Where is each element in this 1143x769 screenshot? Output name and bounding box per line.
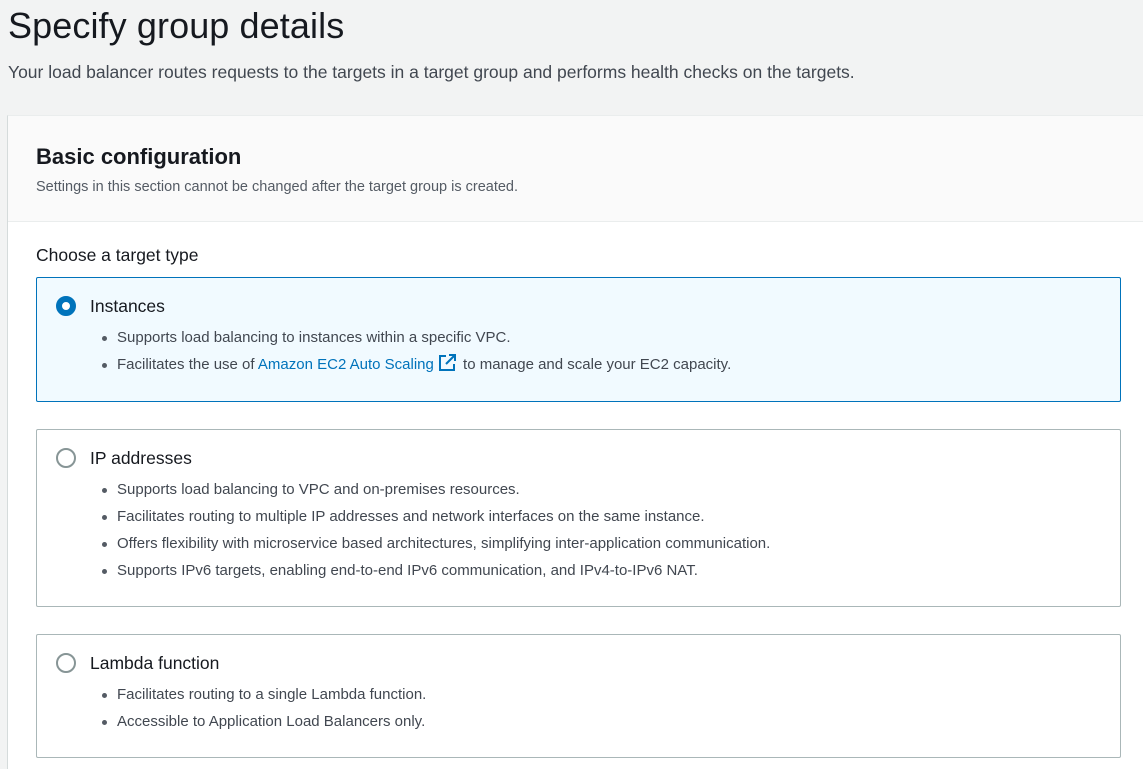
basic-configuration-container: Basic configuration Settings in this sec…	[7, 115, 1143, 769]
list-item: Facilitates routing to a single Lambda f…	[99, 681, 426, 708]
target-type-tile-lambda-function[interactable]: Lambda function Facilitates routing to a…	[36, 634, 1121, 758]
tile-header: Lambda function	[56, 651, 219, 675]
list-item: Supports IPv6 targets, enabling end-to-e…	[99, 557, 770, 584]
lambda-function-feature-list: Facilitates routing to a single Lambda f…	[99, 681, 426, 735]
tile-title-instances: Instances	[90, 296, 165, 316]
radio-button-lambda-function[interactable]	[56, 653, 76, 673]
target-type-tile-instances[interactable]: Instances Supports load balancing to ins…	[36, 277, 1121, 402]
tile-title-lambda-function: Lambda function	[90, 653, 220, 673]
page-header: Specify group details Your load balancer…	[0, 0, 1143, 115]
list-item: Facilitates the use of Amazon EC2 Auto S…	[99, 351, 731, 381]
target-type-label: Choose a target type	[36, 245, 199, 265]
page-description: Your load balancer routes requests to th…	[8, 62, 855, 82]
list-item: Accessible to Application Load Balancers…	[99, 708, 426, 735]
section-title: Basic configuration	[36, 144, 242, 169]
instances-feature-list: Supports load balancing to instances wit…	[99, 324, 731, 381]
section-description: Settings in this section cannot be chang…	[36, 179, 519, 195]
list-item: Supports load balancing to instances wit…	[99, 324, 731, 351]
list-item: Supports load balancing to VPC and on-pr…	[99, 476, 770, 503]
radio-button-instances[interactable]	[56, 296, 76, 316]
list-item: Facilitates routing to multiple IP addre…	[99, 503, 770, 530]
list-item: Offers flexibility with microservice bas…	[99, 530, 770, 557]
page-title: Specify group details	[8, 5, 345, 46]
radio-button-ip-addresses[interactable]	[56, 448, 76, 468]
tile-title-ip-addresses: IP addresses	[90, 448, 192, 468]
target-type-tile-ip-addresses[interactable]: IP addresses Supports load balancing to …	[36, 429, 1121, 607]
tile-header: IP addresses	[56, 446, 192, 470]
container-header: Basic configuration Settings in this sec…	[8, 116, 1143, 222]
tile-header: Instances	[56, 294, 165, 318]
bullet-text: to manage and scale your EC2 capacity.	[458, 356, 732, 373]
bullet-text: Facilitates the use of	[117, 356, 258, 373]
ip-addresses-feature-list: Supports load balancing to VPC and on-pr…	[99, 476, 770, 584]
external-link-icon[interactable]	[438, 354, 456, 381]
ec2-auto-scaling-link[interactable]: Amazon EC2 Auto Scaling	[258, 356, 434, 373]
